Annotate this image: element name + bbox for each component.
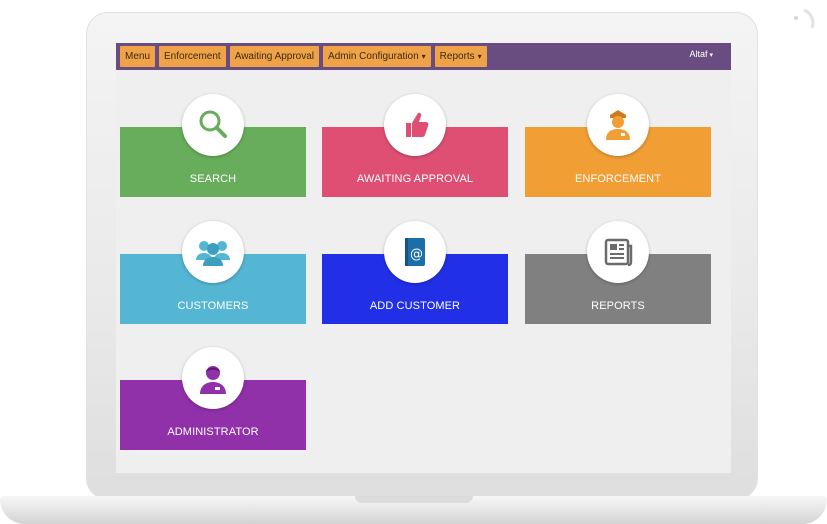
nav-enforcement-label: Enforcement [164,51,221,62]
thumbs-up-icon [384,94,446,156]
nav-admin-configuration-dropdown[interactable]: Admin Configuration ▾ [323,46,431,67]
tile-awaiting-approval[interactable]: AWAITING APPROVAL [322,94,508,197]
caret-down-icon: ▾ [477,52,482,61]
tile-search-label: SEARCH [189,173,237,185]
user-name: Altaf [689,49,708,59]
tile-add-customer-label: ADD CUSTOMER [369,300,461,312]
app-screen: Menu Enforcement Awaiting Approval Admin… [116,43,731,473]
admin-user-icon [182,347,244,409]
nav-menu[interactable]: Menu [120,46,156,67]
tile-customers[interactable]: CUSTOMERS [120,221,306,324]
tile-search[interactable]: SEARCH [120,94,306,197]
tile-awaiting-approval-label: AWAITING APPROVAL [356,173,474,185]
tile-administrator-label: ADMINISTRATOR [167,426,259,438]
address-book-icon: @ [384,221,446,283]
newspaper-icon [587,221,649,283]
nav-enforcement[interactable]: Enforcement [159,46,226,67]
svg-text:@: @ [410,247,423,262]
laptop-notch [355,496,473,503]
top-navbar: Menu Enforcement Awaiting Approval Admin… [116,43,731,70]
caret-down-icon: ▾ [709,52,713,59]
search-icon [182,94,244,156]
corner-decoration [794,8,815,29]
nav-admin-configuration-label: Admin Configuration [328,51,419,62]
user-menu-dropdown[interactable]: Altaf ▾ [689,49,713,59]
tile-enforcement-label: ENFORCEMENT [574,173,662,185]
nav-menu-label: Menu [125,51,151,62]
nav-reports-dropdown[interactable]: Reports ▾ [434,46,487,67]
caret-down-icon: ▾ [421,52,426,61]
tile-administrator[interactable]: ADMINISTRATOR [120,347,306,450]
tile-customers-label: CUSTOMERS [177,300,249,312]
group-icon [182,221,244,283]
officer-icon [587,94,649,156]
nav-reports-label: Reports [439,51,475,62]
tile-enforcement[interactable]: ENFORCEMENT [525,94,711,197]
tile-add-customer[interactable]: @ ADD CUSTOMER [322,221,508,324]
nav-awaiting-approval-label: Awaiting Approval [234,51,315,62]
tile-reports-label: REPORTS [591,300,645,312]
nav-awaiting-approval[interactable]: Awaiting Approval [229,46,320,67]
tile-reports[interactable]: REPORTS [525,221,711,324]
